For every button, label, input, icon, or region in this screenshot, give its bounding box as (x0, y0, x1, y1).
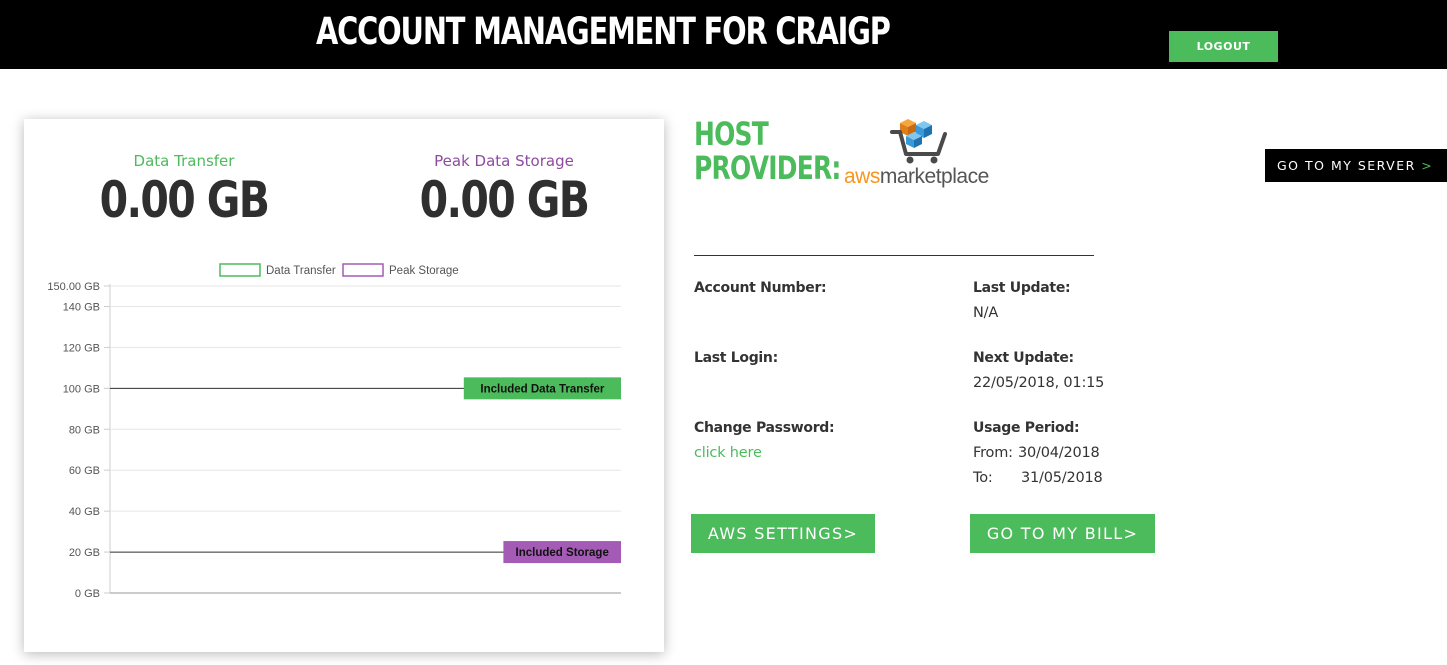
usage-period-label: Usage Period: (973, 420, 1080, 436)
change-password-link[interactable]: click here (694, 445, 762, 461)
legend-swatch (219, 263, 261, 277)
cart-wheel-left (906, 156, 914, 164)
logo-text-aws: aws (844, 165, 880, 188)
section-divider (694, 255, 1094, 256)
last-login-label: Last Login: (694, 350, 778, 366)
host-provider-title-line2: PROVIDER: (694, 149, 841, 187)
account-number-label: Account Number: (694, 280, 827, 296)
last-update-value: N/A (973, 305, 999, 321)
y-tick-label: 100 GB (63, 383, 100, 395)
y-tick-label: 0 GB (75, 588, 100, 600)
annotation-label: Included Storage (516, 547, 609, 559)
host-provider-title: HOST PROVIDER: (694, 117, 841, 185)
y-tick-label: 120 GB (63, 342, 100, 354)
y-tick-label: 60 GB (69, 465, 100, 477)
usage-from-label: From: (973, 445, 1013, 461)
usage-to-value: 31/05/2018 (1021, 470, 1103, 486)
go-to-server-button[interactable]: GO TO MY SERVER > (1265, 149, 1447, 182)
annotation-label: Included Data Transfer (480, 383, 605, 395)
legend-label: Peak Storage (389, 265, 459, 277)
y-tick-label: 150.00 GB (47, 281, 100, 293)
usage-to-label: To: (973, 470, 993, 486)
host-provider-title-line1: HOST (694, 115, 769, 153)
aws-marketplace-logo-text: awsmarketplace (844, 165, 989, 189)
change-password-label: Change Password: (694, 420, 835, 436)
cart-wheel-right (930, 156, 938, 164)
y-tick-label: 140 GB (63, 301, 100, 313)
legend-swatch (342, 263, 384, 277)
logout-button[interactable]: LOGOUT (1169, 31, 1278, 62)
aws-settings-button[interactable]: AWS SETTINGS> (691, 514, 875, 553)
next-update-label: Next Update: (973, 350, 1074, 366)
go-to-server-label: GO TO MY SERVER (1277, 158, 1416, 173)
go-to-server-arrow: > (1421, 158, 1434, 173)
go-to-bill-button[interactable]: GO TO MY BILL> (970, 514, 1155, 553)
logo-text-marketplace: marketplace (879, 165, 989, 188)
page-title: ACCOUNT MANAGEMENT FOR CRAIGP (316, 10, 891, 53)
y-tick-label: 40 GB (69, 506, 100, 518)
next-update-value: 22/05/2018, 01:15 (973, 375, 1105, 391)
top-bar: ACCOUNT MANAGEMENT FOR CRAIGP LOGOUT (0, 0, 1447, 69)
usage-card: Data Transfer 0.00 GB Peak Data Storage … (24, 119, 664, 652)
y-tick-label: 20 GB (69, 547, 100, 559)
legend-label: Data Transfer (266, 265, 336, 277)
usage-from-value: 30/04/2018 (1018, 445, 1100, 461)
y-tick-label: 80 GB (69, 424, 100, 436)
last-update-label: Last Update: (973, 280, 1071, 296)
usage-chart: Data Transfer Peak Storage 0 GB 20 GB 40 GB 6… (47, 263, 621, 600)
